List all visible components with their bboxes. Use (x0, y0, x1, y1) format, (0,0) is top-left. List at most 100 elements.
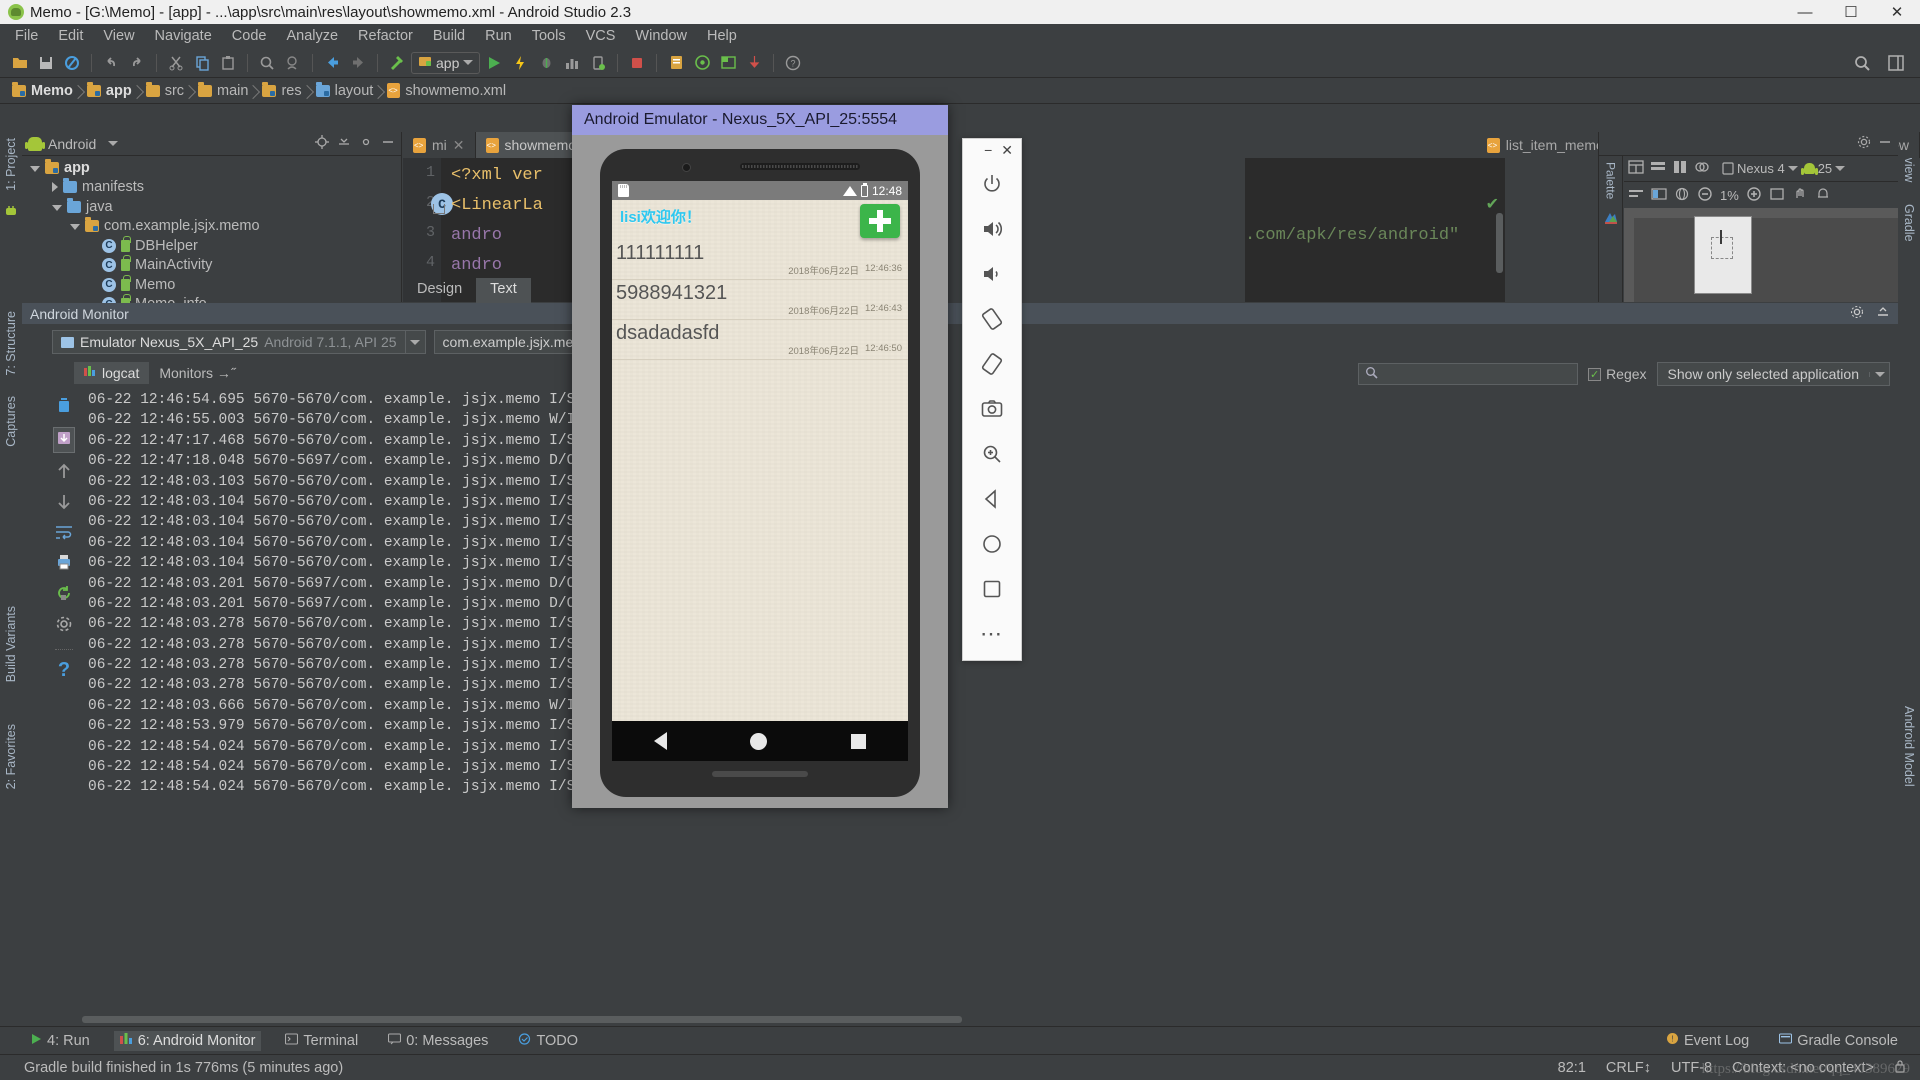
settings-icon[interactable] (55, 615, 73, 637)
open-project-icon[interactable] (8, 51, 32, 75)
zoom-in-icon[interactable] (1746, 186, 1762, 205)
scroll-up-icon[interactable] (56, 462, 72, 484)
collapse-twisty-icon[interactable] (52, 182, 58, 193)
logcat-search-field[interactable] (1383, 366, 1572, 382)
align-left-icon[interactable] (1628, 187, 1644, 204)
breadcrumb-item-memo[interactable]: Memo (8, 81, 83, 99)
menu-item-code[interactable]: Code (223, 26, 276, 46)
more-icon[interactable]: ⋯ (963, 611, 1021, 656)
help-icon[interactable]: ? (781, 51, 805, 75)
emulator-screen[interactable]: 12:48 lisi欢迎你！ 111111111 2018年06月22日 12:… (612, 181, 908, 721)
breadcrumb-item-src[interactable]: src (142, 81, 194, 99)
hide-icon[interactable] (1876, 305, 1890, 322)
tab-monitors[interactable]: Monitors →˝ (149, 362, 245, 384)
settings-icon[interactable] (359, 135, 373, 153)
close-button[interactable]: ✕ (1874, 0, 1920, 24)
breadcrumb-item-res[interactable]: res (258, 81, 311, 99)
collapse-all-icon[interactable] (337, 135, 351, 153)
layout-preview-device[interactable] (1694, 216, 1752, 294)
sidebar-item-android-model[interactable]: Android Model (1902, 700, 1916, 793)
chevron-down-icon[interactable] (108, 141, 119, 146)
tree-node-dbhelper[interactable]: C DBHelper (22, 235, 401, 256)
layout-columns-icon[interactable] (1672, 159, 1688, 178)
fit-screen-icon[interactable] (1769, 186, 1785, 205)
list-item[interactable]: 111111111 2018年06月22日 12:46:36 (612, 240, 908, 280)
run-configuration-selector[interactable]: app (411, 51, 481, 74)
menu-item-edit[interactable]: Edit (49, 26, 92, 46)
stop-icon[interactable] (625, 51, 649, 75)
android-navigation-bar[interactable] (612, 721, 908, 761)
minimize-button[interactable]: — (1782, 0, 1828, 24)
menu-item-refactor[interactable]: Refactor (349, 26, 422, 46)
logcat-search-input[interactable] (1358, 363, 1579, 385)
restart-icon[interactable] (55, 584, 73, 606)
bottom-item-terminal[interactable]: Terminal (279, 1031, 364, 1051)
settings-icon[interactable] (1850, 305, 1864, 322)
menu-item-vcs[interactable]: VCS (577, 26, 625, 46)
rotate-left-icon[interactable] (963, 296, 1021, 341)
hide-icon[interactable] (381, 135, 395, 153)
clear-logcat-icon[interactable] (55, 396, 73, 418)
bottom-item-android-monitor[interactable]: 6: Android Monitor (113, 1030, 262, 1051)
add-memo-button[interactable] (860, 204, 900, 238)
back-nav-icon[interactable] (320, 51, 344, 75)
tree-node-memo[interactable]: C Memo (22, 274, 401, 295)
android-emulator-window[interactable]: Android Emulator - Nexus_5X_API_25:5554 … (572, 105, 948, 808)
menu-item-window[interactable]: Window (626, 26, 696, 46)
power-icon[interactable] (963, 161, 1021, 206)
find-icon[interactable] (255, 51, 279, 75)
bottom-item-run[interactable]: 4: Run (24, 1031, 96, 1051)
volume-up-icon[interactable] (963, 206, 1021, 251)
volume-down-icon[interactable] (963, 251, 1021, 296)
line-separator[interactable]: CRLF↕ (1606, 1060, 1651, 1076)
expand-twisty-icon[interactable] (70, 224, 80, 231)
expand-twisty-icon[interactable] (52, 204, 62, 211)
copy-icon[interactable] (190, 51, 214, 75)
notification-bell-icon[interactable] (1815, 186, 1831, 205)
menu-item-analyze[interactable]: Analyze (277, 26, 347, 46)
blueprint-icon[interactable] (1694, 159, 1710, 178)
attach-debugger-icon[interactable] (586, 51, 610, 75)
menu-item-run[interactable]: Run (476, 26, 521, 46)
undo-icon[interactable] (99, 51, 123, 75)
apply-changes-icon[interactable] (508, 51, 532, 75)
close-icon[interactable]: ✕ (453, 137, 465, 154)
device-selector[interactable]: Nexus 4 (1722, 161, 1798, 176)
layout-rows-icon[interactable] (1650, 159, 1666, 178)
sync-icon[interactable] (60, 51, 84, 75)
code-fold-icon[interactable] (433, 204, 445, 214)
sync-gradle-icon[interactable] (742, 51, 766, 75)
breadcrumb-item-layout[interactable]: layout (312, 81, 384, 99)
minimize-button[interactable]: − (984, 142, 992, 158)
maximize-button[interactable]: ☐ (1828, 0, 1874, 24)
cut-icon[interactable] (164, 51, 188, 75)
print-icon[interactable] (55, 553, 73, 575)
bottom-item-todo[interactable]: TODO (512, 1031, 584, 1051)
tab-design[interactable]: Design (403, 278, 476, 303)
tree-node-java[interactable]: java (22, 197, 401, 217)
tree-node-manifests[interactable]: manifests (22, 178, 401, 198)
search-everywhere-icon[interactable] (1850, 51, 1874, 75)
tree-node-mainactivity[interactable]: C MainActivity (22, 255, 401, 276)
tab-text[interactable]: Text (476, 278, 531, 303)
camera-icon[interactable] (963, 386, 1021, 431)
menu-item-navigate[interactable]: Navigate (146, 26, 221, 46)
device-selector-combo[interactable]: Emulator Nexus_5X_API_25 Android 7.1.1, … (52, 330, 426, 354)
sidebar-item-favorites[interactable]: 2: Favorites (4, 718, 18, 795)
preview-canvas[interactable] (1624, 208, 1898, 302)
list-item[interactable]: dsadadasfd 2018年06月22日 12:46:50 (612, 320, 908, 360)
expand-twisty-icon[interactable] (30, 165, 40, 172)
sdk-manager-icon[interactable] (664, 51, 688, 75)
palette-label[interactable]: Palette (1604, 156, 1618, 205)
scroll-to-end-icon[interactable] (53, 427, 75, 453)
log-filter-combo[interactable]: Show only selected application (1656, 362, 1890, 386)
breadcrumb-item-showmemo[interactable]: showmemo.xml (383, 83, 516, 99)
tree-node-package[interactable]: com.example.jsjx.memo (22, 217, 401, 237)
hide-icon[interactable] (1878, 135, 1892, 152)
tree-node-app[interactable]: app (22, 158, 401, 178)
soft-wrap-icon[interactable] (55, 524, 73, 544)
run-button-icon[interactable] (482, 51, 506, 75)
sidebar-item-project[interactable]: 1: Project (4, 132, 18, 197)
tab-logcat[interactable]: logcat (74, 362, 150, 384)
bottom-item-messages[interactable]: 0: Messages (382, 1031, 494, 1051)
